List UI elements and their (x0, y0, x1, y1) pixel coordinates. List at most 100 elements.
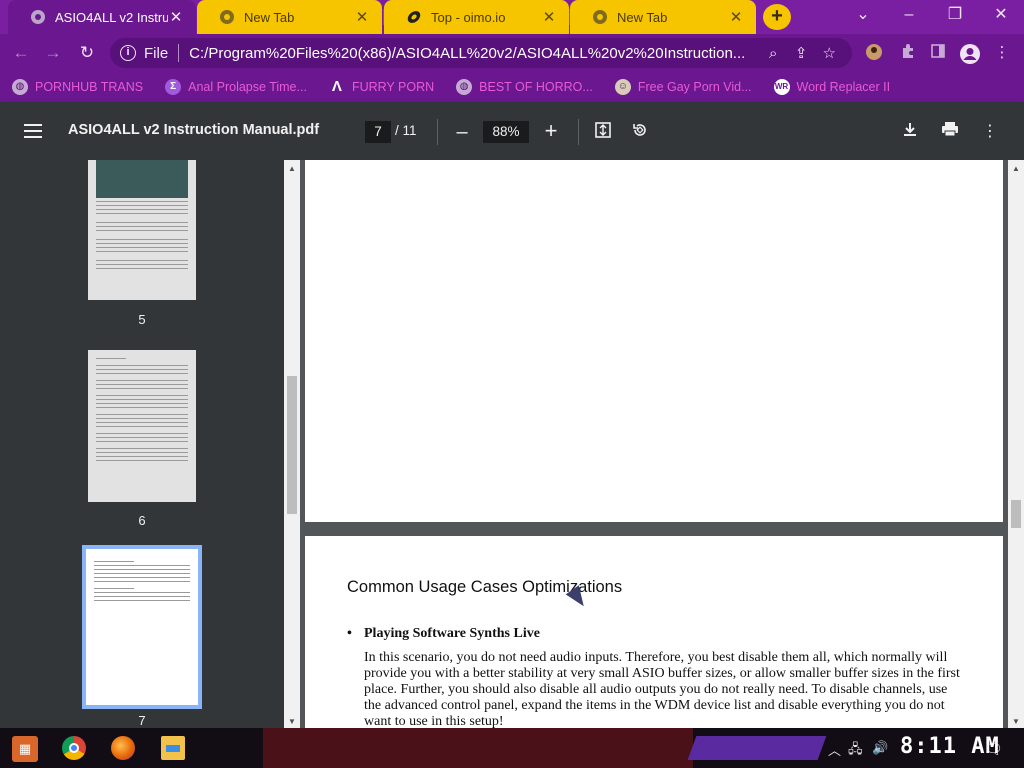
extensions-puzzle-icon[interactable] (898, 43, 918, 63)
scroll-down-arrow-icon[interactable]: ▼ (284, 717, 300, 726)
scroll-up-arrow-icon[interactable]: ▲ (284, 164, 300, 173)
fit-to-page-icon[interactable] (592, 121, 614, 143)
tab-new-tab-2[interactable]: New Tab ✕ (570, 0, 756, 34)
page-number-input[interactable]: 7 (365, 121, 391, 143)
tab-strip: ASIO4ALL v2 Instruc ✕ New Tab ✕ Top - oi… (0, 0, 1024, 34)
bookmark-item[interactable]: Λ FURRY PORN (329, 79, 434, 95)
sidebar-scrollbar[interactable]: ▲ ▼ (284, 160, 300, 728)
new-tab-button[interactable]: + (763, 4, 791, 30)
scroll-up-arrow-icon[interactable]: ▲ (1008, 164, 1024, 173)
kebab-menu-icon[interactable]: ⋮ (992, 43, 1012, 63)
bookmarks-bar: ◍ PORNHUB TRANS Σ Anal Prolapse Time... … (0, 72, 1024, 102)
tab-search-icon[interactable]: ⌄ (840, 0, 886, 30)
scrollbar-thumb[interactable] (287, 376, 297, 514)
rotate-icon[interactable] (629, 121, 651, 143)
lambda-icon: Λ (331, 78, 342, 95)
face-icon: ☺ (614, 79, 631, 95)
firefox-taskbar-icon[interactable] (111, 736, 135, 760)
network-icon[interactable]: 🖧 (848, 740, 863, 762)
thumbnail-sidebar[interactable]: 5 6 7 (0, 160, 284, 728)
globe-icon: ◍ (12, 79, 28, 95)
close-icon[interactable]: ✕ (541, 8, 557, 26)
bookmark-item[interactable]: WR Word Replacer II (773, 79, 891, 95)
info-icon[interactable]: i (120, 45, 136, 61)
url-text[interactable]: C:/Program%20Files%20(x86)/ASIO4ALL%20v2… (189, 45, 759, 62)
globe-icon: ◍ (456, 79, 473, 95)
hamburger-menu-icon[interactable] (24, 124, 42, 138)
bookmark-label: BEST OF HORRO... (479, 80, 593, 94)
volume-icon[interactable]: 🔊 (872, 740, 888, 756)
tray-chevron-icon[interactable]: ︿ (828, 740, 841, 759)
forward-arrow-icon[interactable]: → (40, 40, 66, 66)
document-scrollbar[interactable]: ▲ ▼ (1008, 160, 1024, 728)
reload-icon[interactable]: ↻ (74, 40, 100, 66)
tab-title: Top - oimo.io (431, 9, 506, 25)
back-arrow-icon[interactable]: ← (8, 40, 34, 66)
bullet-glyph: • (347, 626, 352, 641)
bracket-icon: Σ (165, 79, 182, 95)
bullet-heading: Playing Software Synths Live (364, 626, 540, 641)
bookmark-label: FURRY PORN (351, 80, 435, 94)
chrome-taskbar-icon[interactable] (62, 736, 86, 760)
restore-icon[interactable]: ❐ (932, 0, 978, 30)
tab-title: New Tab (617, 9, 668, 25)
notification-icon[interactable]: 🗨 (984, 740, 1003, 758)
tab-new-tab-1[interactable]: New Tab ✕ (197, 0, 382, 34)
page-thumbnail[interactable] (88, 160, 196, 300)
side-panel-icon[interactable] (928, 43, 948, 63)
bookmark-label: Word Replacer II (796, 80, 891, 94)
scrollbar-thumb[interactable] (1011, 500, 1021, 528)
chrome-icon (592, 9, 608, 25)
toolbar-divider (578, 119, 579, 145)
address-bar[interactable]: i File C:/Program%20Files%20(x86)/ASIO4A… (110, 38, 852, 68)
start-menu-icon[interactable]: ▦ (12, 736, 38, 762)
bookmark-label: Anal Prolapse Time... (188, 80, 307, 94)
profile-avatar-small[interactable] (864, 43, 884, 63)
document-viewport[interactable]: Common Usage Cases Optimizations • Playi… (300, 160, 1008, 728)
omnibox-divider (178, 44, 180, 62)
taskbar-wallpaper-band (263, 728, 693, 768)
share-icon[interactable]: ⇪ (787, 44, 815, 62)
bookmark-item[interactable]: ◍ PORNHUB TRANS (12, 79, 143, 95)
zoom-level-input[interactable]: 88% (483, 121, 529, 143)
close-window-icon[interactable]: ✕ (978, 0, 1024, 30)
tab-oimo[interactable]: Top - oimo.io ✕ (384, 0, 569, 34)
taskbar: ▦ ︿ 🖧 🔊 8:11 AM 🗨 (0, 728, 1024, 768)
close-icon[interactable]: ✕ (354, 8, 370, 26)
bookmark-item[interactable]: ◍ BEST OF HORRO... (456, 79, 593, 95)
toolbar-divider (437, 119, 438, 145)
close-icon[interactable]: ✕ (168, 8, 184, 26)
zoom-magnifier-icon[interactable]: ⌕ (759, 45, 787, 62)
bookmark-item[interactable]: Σ Anal Prolapse Time... (165, 79, 307, 95)
paragraph-text: In this scenario, you do not need audio … (364, 650, 960, 728)
minimize-icon[interactable]: – (886, 0, 932, 30)
taskbar-wallpaper-band (687, 736, 827, 760)
globe-icon (30, 9, 46, 25)
tab-asio-manual[interactable]: ASIO4ALL v2 Instruc ✕ (8, 0, 196, 34)
download-icon[interactable] (899, 121, 921, 143)
thumbnail-screenshot (96, 160, 188, 198)
account-avatar-icon[interactable] (958, 43, 982, 64)
bookmark-label: PORNHUB TRANS (35, 80, 144, 94)
oimo-leaf-icon (406, 9, 422, 25)
close-icon[interactable]: ✕ (728, 8, 744, 26)
thumbnail-page-number: 6 (138, 513, 146, 528)
page-thumbnail[interactable] (88, 350, 196, 502)
bookmark-item[interactable]: ☺ Free Gay Porn Vid... (614, 79, 752, 95)
scheme-label: File (144, 44, 169, 62)
bookmark-star-icon[interactable]: ☆ (815, 44, 843, 62)
zoom-out-button[interactable]: – (452, 119, 472, 145)
file-explorer-taskbar-icon[interactable] (161, 736, 185, 760)
page-thumbnail-selected[interactable] (82, 545, 202, 709)
tab-title: ASIO4ALL v2 Instruc (55, 9, 168, 25)
tab-separator (383, 9, 384, 25)
browser-toolbar: ← → ↻ i File C:/Program%20Files%20(x86)/… (0, 34, 1024, 72)
thumbnail-page-number: 7 (138, 713, 146, 728)
zoom-in-button[interactable]: + (540, 118, 562, 144)
pdf-title: ASIO4ALL v2 Instruction Manual.pdf (68, 122, 320, 138)
print-icon[interactable] (939, 121, 961, 143)
more-options-icon[interactable]: ⋮ (979, 121, 1001, 143)
scroll-down-arrow-icon[interactable]: ▼ (1008, 717, 1024, 726)
thumbnail-page-number: 5 (138, 312, 146, 327)
pdf-page-7: Common Usage Cases Optimizations • Playi… (305, 536, 1003, 728)
